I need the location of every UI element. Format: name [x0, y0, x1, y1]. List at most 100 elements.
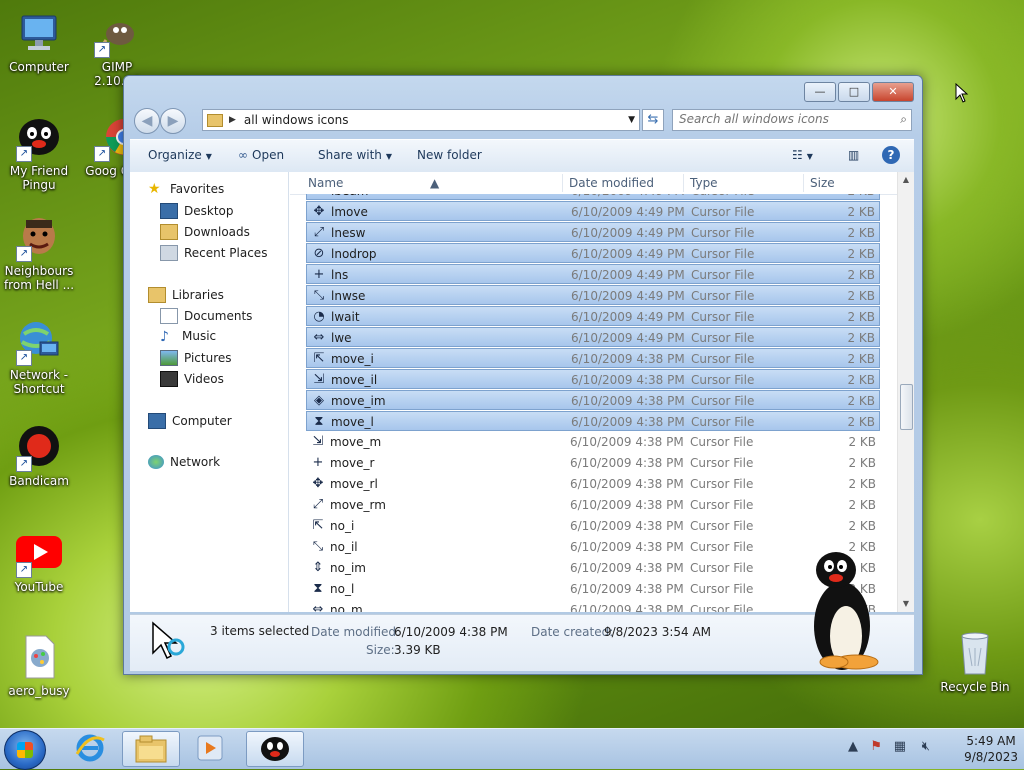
column-header-type[interactable]: Type: [690, 176, 718, 190]
vertical-scrollbar[interactable]: ▲ ▼: [897, 172, 914, 612]
nav-computer[interactable]: Computer: [148, 413, 232, 429]
file-row[interactable]: ⇕ no_im 6/10/2009 4:38 PM Cursor File 2 KB: [306, 558, 880, 578]
column-header-date-modified[interactable]: Date modified: [569, 176, 654, 190]
column-divider[interactable]: [562, 174, 563, 192]
network-tray-icon[interactable]: ▦: [894, 739, 906, 754]
nav-libraries[interactable]: Libraries: [148, 287, 224, 303]
column-header-name[interactable]: Name: [308, 176, 343, 190]
desktop-icon-youtube[interactable]: ↗ YouTube: [1, 530, 77, 594]
nav-music[interactable]: ♪ Music: [160, 329, 216, 345]
close-button[interactable]: ✕: [872, 82, 914, 102]
file-row[interactable]: ⤡ lnwse 6/10/2009 4:49 PM Cursor File 2 KB: [306, 285, 880, 305]
file-row[interactable]: ⤢ move_rm 6/10/2009 4:38 PM Cursor File 2 KB: [306, 495, 880, 515]
cursor-file-icon: ◈: [314, 393, 324, 408]
desktop-icon-recycle-bin[interactable]: Recycle Bin: [937, 630, 1013, 694]
file-row[interactable]: ⇱ move_i 6/10/2009 4:38 PM Cursor File 2 KB: [306, 348, 880, 368]
file-row[interactable]: ✥ move_rl 6/10/2009 4:38 PM Cursor File 2 KB: [306, 474, 880, 494]
minimize-button[interactable]: —: [804, 82, 836, 102]
file-name: move_rm: [330, 498, 386, 512]
scroll-down-arrow-icon[interactable]: ▼: [898, 596, 914, 612]
taskbar: ▲ ⚑ ▦ 🔇︎ 5:49 AM 9/8/2023: [0, 728, 1024, 770]
address-bar[interactable]: ▶ all windows icons ▼: [202, 109, 640, 131]
file-row[interactable]: ⇔no_m6/10/2009 4:38 PMCursor File2 KB: [306, 600, 880, 612]
size-value: 3.39 KB: [394, 643, 441, 657]
desktop-icon-neighbours[interactable]: ↗ Neighbours from Hell ...: [1, 214, 77, 292]
file-row[interactable]: + lns 6/10/2009 4:49 PM Cursor File 2 KB: [306, 264, 880, 284]
file-row[interactable]: ⤡ no_il 6/10/2009 4:38 PM Cursor File 2 KB: [306, 537, 880, 557]
volume-muted-icon[interactable]: 🔇︎: [922, 739, 930, 754]
file-row[interactable]: Ilbeam 6/10/2009 4:49 PM Cursor File 2 KB: [306, 194, 880, 200]
file-name: move_im: [331, 394, 386, 408]
taskbar-internet-explorer[interactable]: [62, 731, 118, 765]
nav-downloads[interactable]: Downloads: [160, 224, 250, 240]
youtube-icon: ↗: [16, 530, 62, 578]
file-type: Cursor File: [690, 456, 754, 470]
open-icon: ∞: [238, 148, 248, 162]
file-row[interactable]: ✥ lmove 6/10/2009 4:49 PM Cursor File 2 KB: [306, 201, 880, 221]
nav-desktop[interactable]: Desktop: [160, 203, 234, 219]
clock[interactable]: 5:49 AM 9/8/2023: [964, 733, 1018, 765]
search-input[interactable]: [673, 110, 879, 128]
back-button[interactable]: ◀: [134, 108, 160, 134]
desktop-icon-my-friend-pingu[interactable]: ↗ My Friend Pingu: [1, 114, 77, 192]
desktop-icon-network-shortcut[interactable]: ↗ Network - Shortcut: [1, 318, 77, 396]
nav-network[interactable]: Network: [148, 455, 220, 469]
file-row[interactable]: ⧗ no_l 6/10/2009 4:38 PM Cursor File 2 KB: [306, 579, 880, 599]
start-button[interactable]: [4, 730, 46, 770]
action-center-flag-icon[interactable]: ⚑: [870, 739, 882, 754]
cursor-file-icon: ⤢: [312, 497, 324, 512]
taskbar-pingu-app[interactable]: [246, 731, 304, 767]
organize-button[interactable]: Organize ▼: [148, 148, 212, 162]
file-row[interactable]: ⇔ lwe 6/10/2009 4:49 PM Cursor File 2 KB: [306, 327, 880, 347]
taskbar-windows-explorer[interactable]: [122, 731, 180, 767]
preview-pane-button[interactable]: ▥: [848, 148, 859, 162]
column-divider[interactable]: [803, 174, 804, 192]
file-date: 6/10/2009 4:38 PM: [570, 456, 684, 470]
desktop-icon-bandicam[interactable]: ↗ Bandicam: [1, 424, 77, 488]
column-divider[interactable]: [683, 174, 684, 192]
file-size: 2 KB: [847, 310, 875, 324]
nav-pictures[interactable]: Pictures: [160, 350, 232, 366]
file-size: 2 KB: [848, 456, 876, 470]
search-icon[interactable]: ⌕: [900, 112, 907, 127]
scrollbar-thumb[interactable]: [900, 384, 913, 430]
desktop-icon-aero-busy[interactable]: aero_busy: [1, 634, 77, 698]
help-icon[interactable]: ?: [882, 146, 900, 164]
file-row[interactable]: ⧗ move_l 6/10/2009 4:38 PM Cursor File 2 KB: [306, 411, 880, 431]
star-icon: ★: [148, 181, 161, 197]
nav-videos[interactable]: Videos: [160, 371, 224, 387]
file-row[interactable]: + move_r 6/10/2009 4:38 PM Cursor File 2 KB: [306, 453, 880, 473]
file-row[interactable]: ⤢ lnesw 6/10/2009 4:49 PM Cursor File 2 KB: [306, 222, 880, 242]
share-with-button[interactable]: Share with ▼: [318, 148, 392, 162]
file-date: 6/10/2009 4:49 PM: [571, 289, 685, 303]
taskbar-media-player[interactable]: [182, 731, 238, 765]
search-box[interactable]: ⌕: [672, 109, 912, 131]
file-row[interactable]: ⊘ lnodrop 6/10/2009 4:49 PM Cursor File 2 KB: [306, 243, 880, 263]
scroll-up-arrow-icon[interactable]: ▲: [898, 172, 914, 188]
file-row[interactable]: ⇱ no_i 6/10/2009 4:38 PM Cursor File 2 KB: [306, 516, 880, 536]
file-row[interactable]: ⇲ move_m 6/10/2009 4:38 PM Cursor File 2 KB: [306, 432, 880, 452]
nav-recent-places[interactable]: Recent Places: [160, 245, 267, 261]
shortcut-arrow-icon: ↗: [94, 146, 110, 162]
open-button[interactable]: ∞ Open: [238, 148, 284, 162]
desktop-icon-computer[interactable]: Computer: [1, 10, 77, 74]
column-header-size[interactable]: Size: [810, 176, 835, 190]
videos-icon: [160, 371, 178, 387]
file-row[interactable]: ◔ lwait 6/10/2009 4:49 PM Cursor File 2 KB: [306, 306, 880, 326]
address-dropdown-icon[interactable]: ▼: [628, 115, 635, 125]
file-name: move_l: [331, 415, 374, 429]
file-row[interactable]: ◈ move_im 6/10/2009 4:38 PM Cursor File 2 KB: [306, 390, 880, 410]
nav-documents[interactable]: Documents: [160, 308, 252, 324]
desktop-icon-label: aero_busy: [8, 684, 70, 698]
nav-favorites[interactable]: ★ Favorites: [148, 182, 224, 196]
refresh-button[interactable]: ⇆: [642, 109, 664, 131]
maximize-button[interactable]: □: [838, 82, 870, 102]
forward-button[interactable]: ▶: [160, 108, 186, 134]
file-size: 2 KB: [848, 519, 876, 533]
file-row[interactable]: ⇲ move_il 6/10/2009 4:38 PM Cursor File 2 KB: [306, 369, 880, 389]
show-hidden-icons-icon[interactable]: ▲: [848, 739, 858, 754]
view-options-button[interactable]: ☷ ▼: [792, 148, 813, 162]
breadcrumb-current[interactable]: all windows icons: [244, 113, 349, 127]
file-type: Cursor File: [690, 540, 754, 554]
new-folder-button[interactable]: New folder: [417, 148, 482, 162]
